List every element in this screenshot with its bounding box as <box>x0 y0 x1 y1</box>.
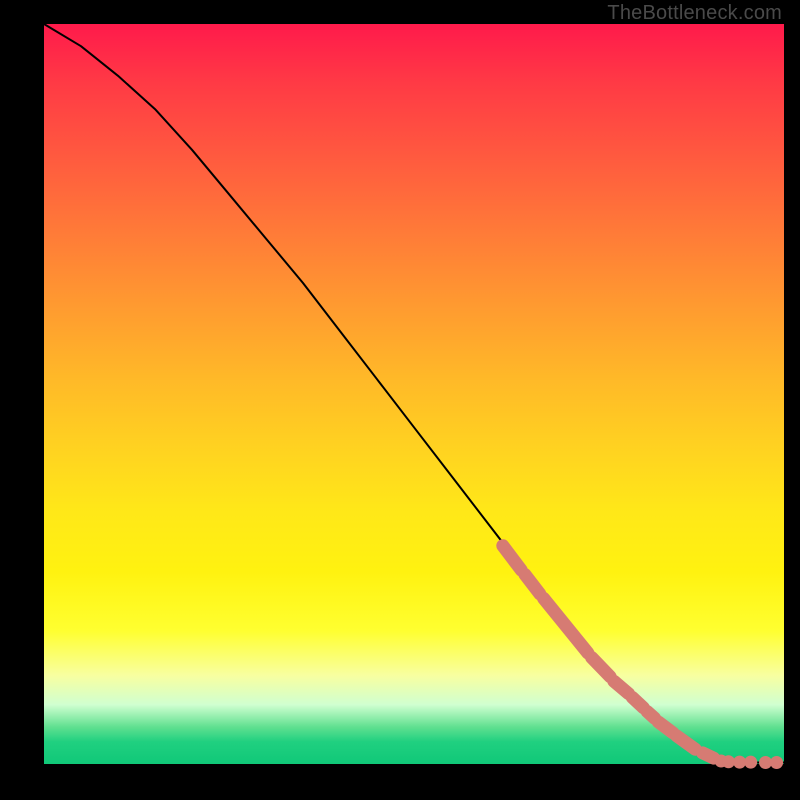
plot-area <box>44 24 784 764</box>
highlight-dots <box>715 755 784 769</box>
chart-svg <box>44 24 784 764</box>
highlight-segments <box>503 546 714 758</box>
chart-container: TheBottleneck.com <box>0 0 800 800</box>
watermark-text: TheBottleneck.com <box>607 2 782 25</box>
curve-line <box>44 24 784 763</box>
